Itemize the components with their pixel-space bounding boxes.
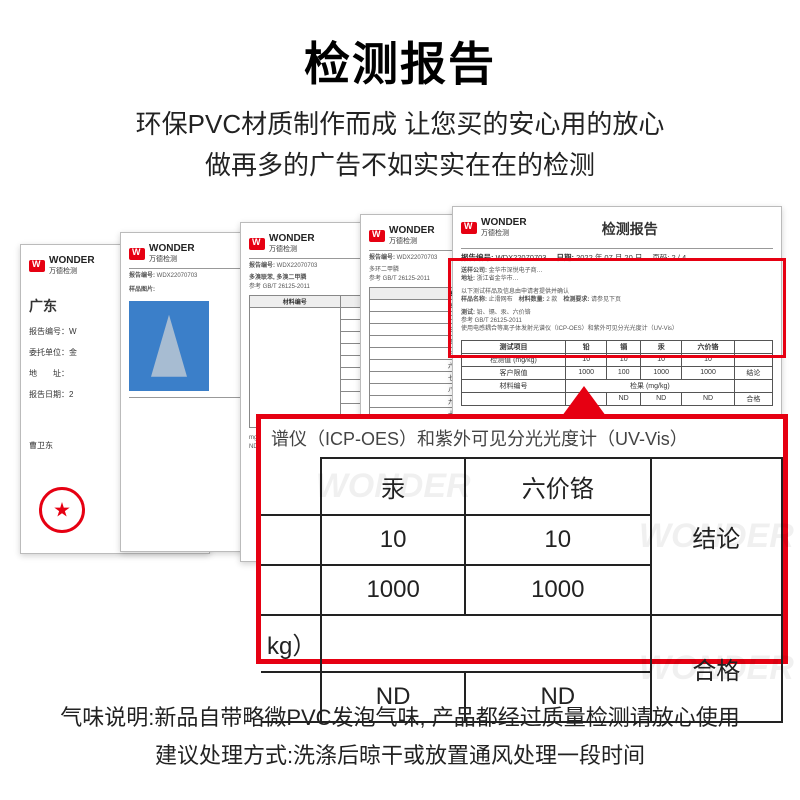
cell-limit-cr: 10 — [465, 515, 651, 565]
zoom-table: 汞 六价铬 结论 10 10 1000 1000 kg） 合格 ND — [261, 457, 783, 723]
result-value: 合格 — [651, 615, 782, 722]
wonder-logo-icon — [461, 222, 477, 234]
col-mercury: 汞 — [321, 458, 465, 515]
col-cr6: 六价铬 — [465, 458, 651, 515]
page-title: 检测报告 — [0, 0, 800, 94]
footer-line-2: 建议处理方式:洗涤后晾干或放置通风处理一段时间 — [0, 737, 800, 774]
arrow-up-icon — [562, 386, 606, 416]
brand-name: WONDER — [49, 255, 95, 266]
doc-title: 检测报告 — [602, 219, 658, 239]
subtitle-line-1: 环保PVC材质制作而成 让您买的安心用的放心 — [0, 104, 800, 141]
wonder-logo-icon — [369, 230, 385, 242]
cell-client-cr: 1000 — [465, 565, 651, 615]
wonder-logo-icon — [129, 248, 145, 260]
subtitle-line-2: 做再多的广告不如实实在在的检测 — [0, 145, 800, 182]
result-label: 结论 — [651, 458, 782, 615]
documents-stack: WONDER 万德检测 广东 报告编号：W 委托单位：金 地 址： 报告日期：2… — [0, 200, 800, 660]
sample-photo — [129, 301, 209, 391]
result-small-table: 测试项目 铅 镉 汞 六价铬 检测值 (mg/kg)10 1010 10 客户限… — [461, 340, 773, 406]
cell-client-hg: 1000 — [321, 565, 465, 615]
unit-label: kg） — [261, 615, 321, 672]
cell-nd-hg: ND — [321, 672, 465, 722]
wonder-logo-icon — [29, 260, 45, 272]
seal-stamp-icon — [39, 487, 85, 533]
wonder-logo-icon — [249, 238, 265, 250]
zoom-heading: 谱仪（ICP-OES）和紫外可见分光光度计（UV-Vis） — [261, 419, 783, 451]
cell-nd-cr: ND — [465, 672, 651, 722]
brand-name-cn: 万德检测 — [49, 266, 95, 276]
zoom-callout: 谱仪（ICP-OES）和紫外可见分光光度计（UV-Vis） 汞 六价铬 结论 1… — [256, 414, 788, 664]
cell-limit-hg: 10 — [321, 515, 465, 565]
